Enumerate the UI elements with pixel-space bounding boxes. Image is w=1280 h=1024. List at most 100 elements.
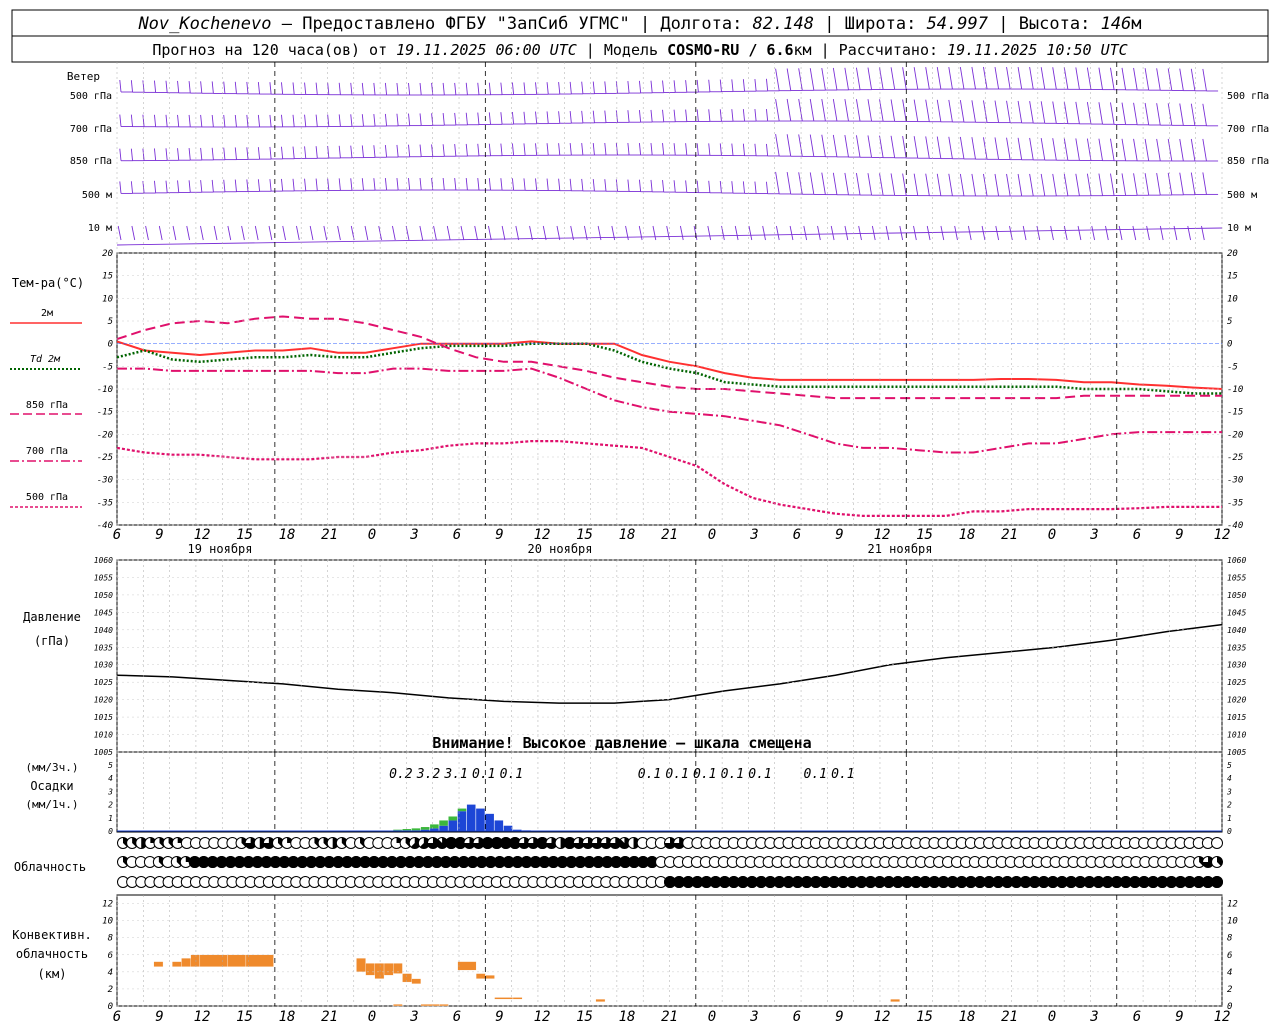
wind-barb-staff	[1052, 138, 1057, 161]
time-tick-label: 3	[409, 527, 418, 543]
wind-barb-staff	[200, 225, 204, 241]
wind-barb-staff	[477, 143, 480, 156]
conv-tick-left: 12	[102, 900, 113, 910]
wind-barb-staff	[373, 145, 376, 158]
time-tick-label: 6	[793, 1009, 801, 1024]
time-tick-label: 15	[236, 1009, 253, 1024]
pressure-unit: (гПа)	[34, 634, 70, 648]
wind-barb-staff	[454, 177, 457, 191]
wind-barb-staff	[408, 177, 411, 191]
wind-barb-staff	[627, 81, 630, 94]
wind-barb-staff	[775, 68, 780, 91]
wind-barb-staff	[1091, 225, 1096, 241]
altitude-unit: м	[1131, 14, 1141, 34]
wind-barb-staff	[177, 148, 180, 161]
calc-time: 19.11.2025 10:50 UTC	[947, 41, 1128, 59]
wind-barb-staff	[685, 180, 688, 193]
wind-barb-staff	[408, 113, 411, 126]
wind-barb-staff	[1110, 67, 1115, 90]
wind-barb-staff	[685, 143, 688, 156]
legend-label-850: 850 гПа	[26, 400, 68, 411]
precip-bar-liquid	[466, 804, 476, 831]
pressure-tick-left: 1025	[94, 678, 113, 687]
time-tick-label: 9	[155, 527, 163, 543]
wind-barb-staff	[902, 99, 907, 122]
time-tick-label: 12	[874, 1009, 891, 1024]
wind-barb-staff	[754, 181, 757, 194]
time-tick-label: 9	[835, 527, 843, 543]
panel-frames	[116, 252, 1223, 1007]
temp-tick-left: -5	[102, 362, 113, 372]
wind-barb-staff	[673, 80, 676, 93]
wind-barb-staff	[396, 178, 399, 191]
time-axis-middle: 6 9 12 15 18 21 0 3 6 9 12 15 18 21 0 3 6 9 12 15 18 21 0 3 6 9 12	[113, 527, 1231, 543]
wind-barb-staff	[153, 180, 157, 193]
temp-panel: Тем-ра(°C) 2м Td 2м 850 гПа 700 гПа 500 …	[10, 249, 1243, 531]
wind-barb-staff	[153, 114, 157, 127]
wind-level-10m-right: 10 м	[1227, 223, 1251, 234]
wind-barb-staff	[350, 145, 353, 158]
wind-barb-staff	[809, 68, 815, 91]
wind-barb-staff	[638, 80, 642, 93]
wind-barb-staff	[465, 82, 468, 95]
wind-barb-staff	[913, 136, 919, 159]
wind-barb-staff	[419, 225, 424, 241]
temp-tick-right: -25	[1227, 453, 1243, 463]
time-tick-label: 6	[1133, 1009, 1141, 1024]
wind-barb-staff	[925, 99, 930, 122]
precip-unit-top: (мм/3ч.)	[26, 761, 79, 774]
wind-barb-staff	[766, 109, 769, 122]
temp-tick-right: -15	[1227, 408, 1243, 418]
precip-total-label: 0.1	[693, 767, 716, 782]
wind-barb-staff	[913, 173, 919, 196]
time-tick-label: 12	[194, 1009, 211, 1024]
wind-barb-staff	[419, 144, 422, 157]
wind-barb-staff	[798, 98, 803, 122]
cloud-cover-symbol	[1211, 837, 1223, 849]
wind-barb-staff	[786, 134, 792, 157]
precip-bar-liquid	[439, 825, 448, 831]
precip-tick-right: 0	[1227, 827, 1232, 836]
precip-bar-liquid	[448, 820, 458, 831]
cloud-fill-full	[1211, 876, 1223, 888]
wind-barb-staff	[200, 114, 203, 128]
precip-bar-liquid	[503, 825, 513, 831]
conv-cloud-bar	[172, 961, 182, 967]
wind-barb-staff	[719, 180, 722, 194]
wind-barb-staff	[558, 81, 561, 95]
conv-cloud-bar	[190, 954, 201, 967]
wind-barb-staff	[809, 172, 815, 195]
wind-barb-staff	[569, 81, 572, 94]
wind-barb-staff	[1029, 137, 1034, 161]
wind-barb-staff	[1190, 68, 1196, 91]
wind-barb-staff	[373, 82, 376, 95]
wind-barb-staff	[234, 147, 237, 160]
wind-barb-staff	[913, 67, 919, 90]
wind-barb-staff	[465, 143, 468, 156]
conv-cloud-bar	[153, 961, 164, 967]
wind-barb-staff	[446, 225, 451, 241]
temp-tick-left: 5	[108, 317, 113, 327]
wind-barb-staff	[1156, 172, 1161, 196]
time-tick-label: 18	[619, 527, 636, 543]
wind-barb-staff	[1202, 172, 1207, 195]
wind-barb-staff	[925, 173, 930, 196]
wind-barb-staff	[338, 178, 341, 191]
wind-barb-staff	[1156, 68, 1161, 91]
wind-barb-staff	[188, 180, 191, 193]
wind-barb-staff	[867, 67, 873, 90]
wind-barb-staff	[515, 225, 520, 241]
temp-tick-left: -35	[97, 498, 113, 508]
wind-barb-staff	[1144, 102, 1150, 126]
temp-tick-right: -5	[1227, 362, 1238, 372]
longitude-value: 82.148	[753, 14, 814, 34]
time-tick-label: 0	[708, 1009, 716, 1024]
wind-barb-staff	[327, 82, 330, 95]
wind-barb-staff	[1144, 138, 1150, 161]
wind-barb-staff	[1029, 173, 1034, 197]
wind-barb-staff	[511, 178, 515, 191]
wind-barb-staff	[268, 225, 273, 241]
conv-cloud-bar	[181, 958, 191, 967]
wind-barb-staff	[442, 177, 445, 191]
wind-barb-staff	[1121, 173, 1127, 196]
